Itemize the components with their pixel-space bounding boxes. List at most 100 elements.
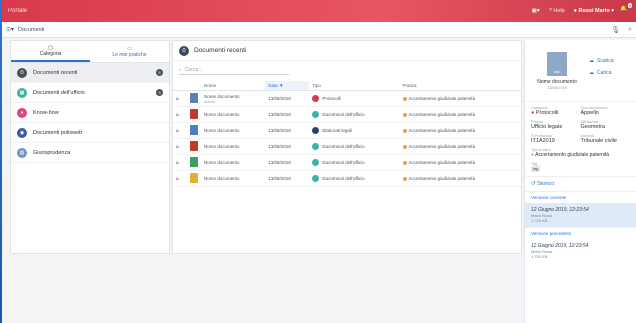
col-name[interactable]: Nome: [201, 81, 266, 91]
nav-menu-icon[interactable]: ⊙▾: [6, 26, 14, 33]
documents-table: Nome Data ▼ Tipo Pratica 🔒︎ Nome document…: [173, 81, 521, 187]
row-name-text: Nome documento: [204, 176, 240, 181]
top-bar: Portale ▦▾ ? Help ● Rossi Mario ▾ 🔔 3: [2, 0, 636, 22]
meta-row: N.Protocollo IT1A2019 Autorità Tribunale…: [531, 134, 630, 144]
row-case: Accertamento giudiziale paternità: [399, 106, 521, 123]
meta-affiliation: Affiliazione Geometra: [581, 120, 631, 130]
lock-icon[interactable]: 🔒︎: [176, 160, 179, 166]
row-type-text: Documenti dell'ufficio: [322, 176, 365, 181]
category-item[interactable]: ▤ Giurisprudenza: [11, 143, 169, 163]
panel-header: ⏱ Documenti recenti: [173, 41, 521, 61]
help-link[interactable]: ? Help: [546, 7, 568, 15]
lock-icon[interactable]: 🔒︎: [176, 96, 179, 102]
meta-doctype: Tipo documento Appello: [581, 106, 631, 116]
lock-icon[interactable]: 🔒︎: [176, 176, 179, 182]
tab-categoria[interactable]: ▢ Categoria: [11, 41, 90, 62]
cloud-download-icon: ☁: [589, 58, 594, 64]
type-icon: [312, 159, 320, 166]
clock-icon: ⏱: [179, 45, 189, 56]
file-icon: [190, 109, 198, 119]
row-name: Nome documento: [201, 122, 266, 139]
table-row[interactable]: 🔒︎ Nome documento autore 13/06/2019 Protocol…: [173, 90, 521, 107]
help-label: Help: [553, 8, 565, 14]
panel-tabs: ▢ Categoria ▭ Le mie pratiche: [11, 41, 169, 63]
lock-icon[interactable]: 🔒︎: [176, 112, 179, 118]
category-panel: ▢ Categoria ▭ Le mie pratiche ⏱ Documenti…: [10, 40, 170, 254]
col-date-label: Data: [268, 83, 278, 88]
user-menu[interactable]: ● Rossi Mario ▾: [574, 8, 614, 14]
status-dot-icon: [402, 128, 407, 133]
tag-chip[interactable]: tag: [531, 166, 540, 172]
category-item[interactable]: ▦ Documenti dell'ufficio 3: [11, 83, 169, 103]
row-name: Nome documento autore: [201, 90, 266, 107]
search-input[interactable]: ⌕ Cerca...: [179, 65, 289, 75]
row-type-text: Documenti dell'ufficio: [322, 144, 365, 149]
meta-office: Proprio Ufficio legale: [531, 120, 581, 130]
status-dot-icon: [402, 112, 407, 117]
row-case-text: Accertamento giudiziale paternità: [408, 96, 476, 101]
cloud-upload-icon: ☁: [589, 70, 594, 76]
col-lock: [173, 81, 187, 91]
table-row[interactable]: 🔒︎ Nome documento 13/06/2019 Documenti dell…: [173, 154, 521, 171]
detail-panel: doc Nome documento 13/06/2019 ☁ Scarica ☁…: [524, 40, 636, 323]
table-header: Nome Data ▼ Tipo Pratica: [173, 81, 521, 91]
row-name: Nome documento: [201, 154, 266, 171]
download-button[interactable]: ☁ Scarica: [589, 58, 614, 64]
meta-label: Tag: [531, 162, 538, 166]
meta-value: Ufficio legale: [531, 124, 563, 130]
category-item[interactable]: ⏱ Documenti recenti 5: [11, 63, 169, 83]
category-item[interactable]: ♦ Know-how: [11, 103, 169, 123]
document-thumbnail[interactable]: doc Nome documento 13/06/2019: [531, 46, 583, 95]
row-type-text: Elaborati legali: [322, 128, 352, 133]
app-title: Portale: [8, 8, 28, 14]
breadcrumb[interactable]: Documenti: [18, 27, 44, 33]
lock-icon[interactable]: 🔒︎: [176, 144, 179, 150]
row-case-text: Accertamento giudiziale paternità: [408, 144, 476, 149]
row-case-text: Accertamento giudiziale paternità: [408, 128, 476, 133]
row-case: Accertamento giudiziale paternità: [399, 154, 521, 171]
history-header[interactable]: ↺ Storico: [525, 176, 636, 191]
row-date: 13/06/2019: [265, 90, 310, 107]
search-icon[interactable]: ⌕: [628, 26, 632, 34]
type-icon: [312, 95, 320, 102]
category-item[interactable]: ◉ Documenti polisweb: [11, 123, 169, 143]
download-label: Scarica: [597, 58, 614, 64]
col-case[interactable]: Pratica: [399, 81, 521, 91]
category-label: Giurisprudenza: [33, 149, 71, 156]
microphone-icon[interactable]: 🎙: [611, 26, 620, 34]
file-icon: doc: [547, 52, 567, 76]
tab-le-mie-pratiche[interactable]: ▭ Le mie pratiche: [90, 41, 169, 62]
toolbar-icons: 🎙 ⌕: [611, 26, 632, 34]
col-type[interactable]: Tipo: [309, 81, 400, 91]
document-actions: ☁ Scarica ☁ Carica: [589, 58, 614, 95]
grid-icon[interactable]: ▦▾: [532, 8, 540, 14]
category-label: Documenti recenti: [33, 69, 78, 76]
col-date[interactable]: Data ▼: [265, 81, 310, 91]
previous-version[interactable]: 11 Giugno 2019, 12:23:54 Mario Rossi 1.7…: [525, 239, 636, 263]
bell-icon[interactable]: 🔔 3: [620, 3, 632, 16]
upload-button[interactable]: ☁ Carica: [589, 70, 614, 76]
row-case: Accertamento giudiziale paternità: [399, 138, 521, 155]
current-version[interactable]: 12 Giugno 2019, 12:23:54 Mario Rossi 1.7…: [525, 203, 636, 227]
category-count: 3: [156, 89, 163, 96]
table-row[interactable]: 🔒︎ Nome documento 13/06/2019 Documenti dell…: [173, 170, 521, 187]
lock-icon[interactable]: 🔒︎: [176, 128, 179, 134]
category-list: ⏱ Documenti recenti 5 ▦ Documenti dell'uffic…: [11, 63, 169, 163]
category-icon: ♦: [17, 107, 27, 118]
row-type: Documenti dell'ufficio: [309, 154, 400, 171]
meta-value: ● Accertamento giudiziale paternità: [531, 152, 630, 158]
user-name: Rossi Mario: [578, 8, 610, 14]
row-name-text: Nome documento: [204, 112, 240, 117]
table-row[interactable]: 🔒︎ Nome documento 13/06/2019 Documenti dell…: [173, 106, 521, 123]
meta-value: IT1A2019: [531, 138, 555, 144]
meta-tags: Tag tag: [531, 162, 630, 172]
meta-protocol: N.Protocollo IT1A2019: [531, 134, 581, 144]
breadcrumb-bar: ⊙▾ Documenti 🎙 ⌕: [2, 22, 636, 38]
table-row[interactable]: 🔒︎ Nome documento 13/06/2019 Documenti dell…: [173, 138, 521, 155]
table-row[interactable]: 🔒︎ Nome documento 13/06/2019 Elaborati lega…: [173, 122, 521, 139]
notification-badge: 3: [627, 3, 632, 8]
top-actions: ▦▾ ? Help ● Rossi Mario ▾ 🔔 3: [532, 3, 632, 16]
row-date: 13/06/2019: [265, 154, 310, 171]
meta-category: Categoria ● Protocolli: [531, 106, 581, 116]
category-label: Documenti dell'ufficio: [33, 89, 85, 96]
